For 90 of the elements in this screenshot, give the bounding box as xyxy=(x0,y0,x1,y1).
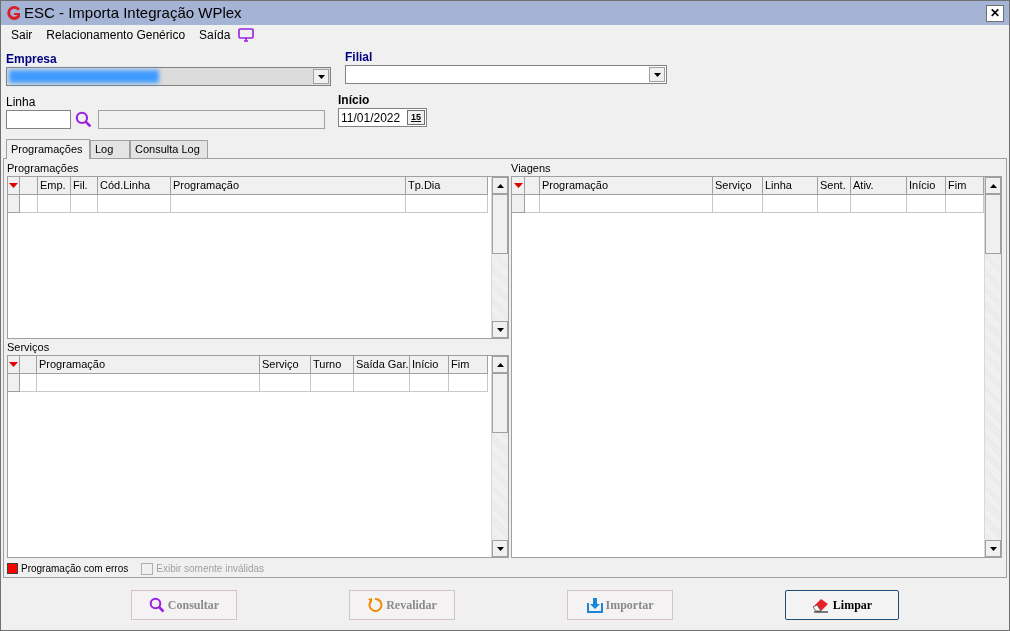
field-label: Filial xyxy=(345,49,374,65)
row-indicator[interactable] xyxy=(8,374,20,392)
row-indicator[interactable] xyxy=(8,195,20,213)
legend-label: Programação com erros xyxy=(21,562,129,576)
table-cell xyxy=(525,195,540,213)
column-header[interactable]: Fim xyxy=(946,177,984,195)
scroll-thumb[interactable] xyxy=(985,194,1001,254)
scroll-down-button[interactable] xyxy=(492,321,508,338)
menu-item[interactable]: Sair xyxy=(11,26,33,44)
column-header[interactable]: Serviço xyxy=(260,356,311,374)
dropdown-button[interactable] xyxy=(649,67,665,82)
window-title: ESC - Importa Integração WPlex xyxy=(24,2,242,23)
column-header[interactable]: Ativ. xyxy=(851,177,907,195)
up-arrow-icon xyxy=(496,362,504,367)
table-cell xyxy=(20,374,37,392)
action-button[interactable]: Limpar xyxy=(785,590,899,620)
column-header[interactable]: Início xyxy=(907,177,946,195)
field-label: Empresa xyxy=(6,51,58,67)
scroll-down-button[interactable] xyxy=(492,540,508,557)
download-icon xyxy=(586,597,603,613)
scrollbar[interactable] xyxy=(984,177,1001,557)
field-label: Linha xyxy=(6,94,37,110)
date-field[interactable]: 11/01/2022 15 xyxy=(338,108,427,127)
column-header[interactable]: Fim xyxy=(449,356,488,374)
down-arrow-icon xyxy=(989,546,997,551)
scroll-thumb[interactable] xyxy=(492,194,508,254)
sort-triangle-icon xyxy=(9,183,18,188)
close-button[interactable]: ✕ xyxy=(986,4,1004,22)
menu-item[interactable]: Relacionamento Genérico xyxy=(46,26,186,44)
menu-item[interactable]: Saída xyxy=(199,26,231,44)
table-cell xyxy=(907,195,946,213)
monitor-icon xyxy=(238,28,255,42)
table-cell xyxy=(20,195,38,213)
table-cell xyxy=(410,374,449,392)
search-icon[interactable] xyxy=(75,111,92,128)
table-cell xyxy=(38,195,71,213)
line-code-field[interactable] xyxy=(6,110,71,129)
dropdown-button[interactable] xyxy=(313,69,329,84)
up-arrow-icon xyxy=(496,183,504,188)
scroll-up-button[interactable] xyxy=(492,177,508,194)
column-header[interactable]: Fil. xyxy=(71,177,98,195)
column-header[interactable]: Serviço xyxy=(713,177,763,195)
dropdown-field[interactable] xyxy=(345,65,667,84)
column-header[interactable]: Programação xyxy=(37,356,260,374)
table-cell xyxy=(763,195,818,213)
dropdown-field[interactable] xyxy=(6,67,331,86)
column-header[interactable]: Início xyxy=(410,356,449,374)
tab[interactable]: Programações xyxy=(6,139,90,159)
app-logo-icon xyxy=(6,5,22,21)
column-header[interactable]: Sent. xyxy=(818,177,851,195)
table-cell xyxy=(851,195,907,213)
caret-icon xyxy=(317,74,325,79)
column-header[interactable]: Turno xyxy=(311,356,354,374)
table-cell xyxy=(449,374,488,392)
column-header[interactable]: Emp. xyxy=(38,177,71,195)
section-label: Viagens xyxy=(511,161,552,176)
sort-triangle-icon xyxy=(9,362,18,367)
search-icon xyxy=(148,597,165,613)
column-header[interactable]: Saída Gar. xyxy=(354,356,410,374)
scroll-up-button[interactable] xyxy=(492,356,508,373)
table-cell xyxy=(71,195,98,213)
column-header[interactable]: Programação xyxy=(171,177,406,195)
tab[interactable]: Log xyxy=(90,140,130,158)
scroll-down-button[interactable] xyxy=(985,540,1001,557)
checkbox-label: Exibir somente inválidas xyxy=(156,562,265,576)
table-cell xyxy=(713,195,763,213)
scroll-thumb[interactable] xyxy=(492,373,508,433)
table-cell xyxy=(311,374,354,392)
scroll-up-button[interactable] xyxy=(985,177,1001,194)
caret-icon xyxy=(653,72,661,77)
table-cell xyxy=(260,374,311,392)
scrollbar[interactable] xyxy=(491,356,508,557)
down-arrow-icon xyxy=(496,546,504,551)
field-label: Início xyxy=(338,92,371,108)
scrollbar[interactable] xyxy=(491,177,508,338)
table-cell xyxy=(354,374,410,392)
refresh-icon xyxy=(367,597,384,613)
down-arrow-icon xyxy=(496,327,504,332)
tab[interactable]: Consulta Log xyxy=(130,140,208,158)
table-cell xyxy=(818,195,851,213)
column-header[interactable]: Cód.Linha xyxy=(98,177,171,195)
column-header[interactable]: Linha xyxy=(763,177,818,195)
up-arrow-icon xyxy=(989,183,997,188)
column-header[interactable]: Programação xyxy=(540,177,713,195)
column-header[interactable]: Tp.Dia xyxy=(406,177,488,195)
sort-triangle-icon xyxy=(513,183,523,188)
calendar-button[interactable]: 15 xyxy=(407,110,425,125)
eraser-icon xyxy=(811,597,830,613)
section-label: Programações xyxy=(7,161,80,176)
section-label: Serviços xyxy=(7,340,51,355)
